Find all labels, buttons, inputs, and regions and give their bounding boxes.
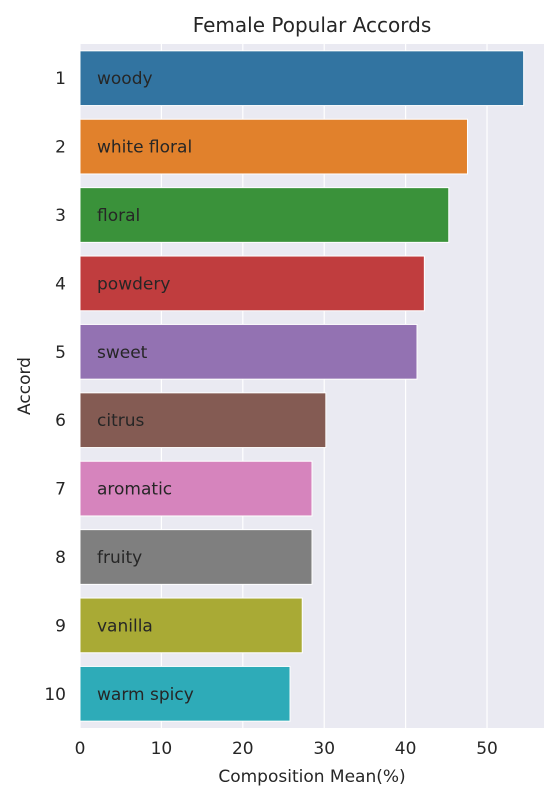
y-tick-label: 4 [55, 274, 66, 294]
x-tick-label: 0 [75, 739, 86, 759]
bar-label: citrus [97, 411, 144, 431]
y-tick-label: 10 [44, 685, 66, 705]
x-tick-label: 50 [476, 739, 498, 759]
bar-label: warm spicy [97, 685, 194, 705]
y-tick-label: 1 [55, 69, 66, 89]
y-tick-label: 6 [55, 411, 66, 431]
x-axis-label: Composition Mean(%) [218, 767, 405, 787]
bar-label: aromatic [97, 480, 172, 500]
bar-label: fruity [97, 548, 142, 568]
y-axis-label: Accord [15, 357, 35, 415]
y-tick-labels: 1 2 3 4 5 6 7 8 9 10 [44, 69, 66, 705]
x-tick-label: 30 [313, 739, 335, 759]
y-tick-label: 9 [55, 616, 66, 636]
x-tick-labels: 0 10 20 30 40 50 [75, 739, 498, 759]
y-tick-label: 8 [55, 548, 66, 568]
x-tick-label: 20 [232, 739, 254, 759]
bar-label: woody [97, 69, 153, 89]
bar-label: white floral [97, 138, 192, 158]
y-tick-label: 5 [55, 343, 66, 363]
x-tick-label: 40 [395, 739, 417, 759]
bar-label: sweet [97, 343, 148, 363]
bar-label: floral [97, 206, 140, 226]
bar-label: vanilla [97, 616, 153, 636]
bar-label: powdery [97, 274, 170, 294]
x-tick-label: 10 [151, 739, 173, 759]
chart-title: Female Popular Accords [193, 13, 432, 37]
bar-chart: woody white floral floral powdery sweet citru… [15, 13, 544, 787]
y-tick-label: 2 [55, 138, 66, 158]
y-tick-label: 3 [55, 206, 66, 226]
y-tick-label: 7 [55, 480, 66, 500]
